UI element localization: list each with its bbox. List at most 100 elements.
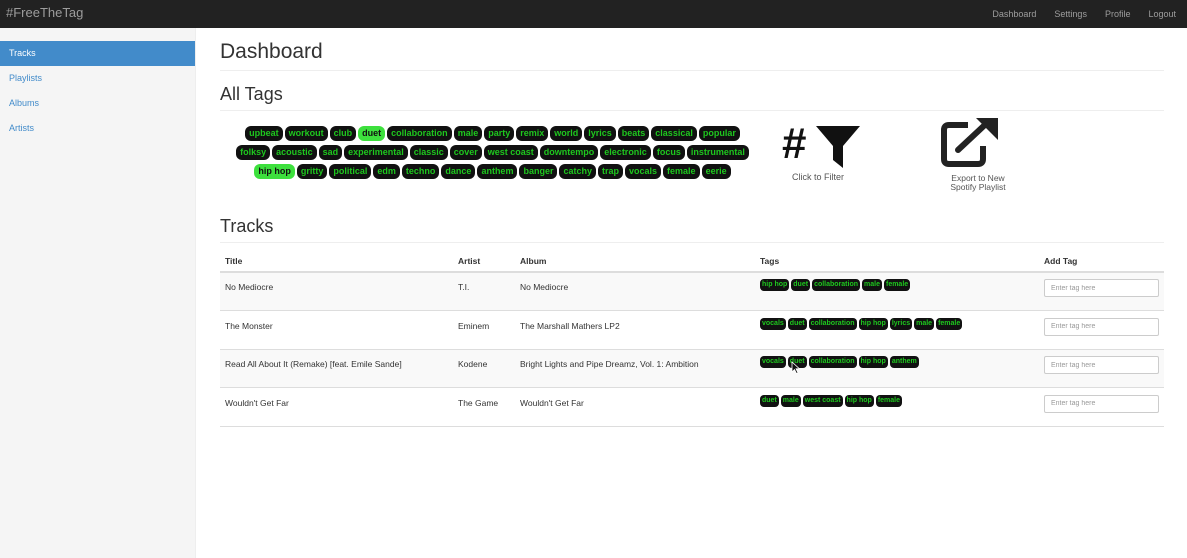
track-tag-chip[interactable]: lyrics: [889, 317, 913, 330]
tracks-heading: Tracks: [220, 216, 274, 236]
track-title: Read All About It (Remake) [feat. Emile …: [225, 359, 402, 369]
tag-chip-electronic[interactable]: electronic: [600, 145, 651, 160]
table-row: Read All About It (Remake) [feat. Emile …: [220, 350, 1164, 388]
tag-chip-upbeat[interactable]: upbeat: [245, 126, 283, 141]
tag-chip-banger[interactable]: banger: [519, 164, 558, 179]
tag-chip-world[interactable]: world: [550, 126, 583, 141]
nav-profile-link[interactable]: Profile: [1096, 0, 1140, 28]
track-tag-chip[interactable]: male: [862, 279, 882, 291]
tag-chip-political[interactable]: political: [329, 164, 372, 179]
track-tags: vocals duet collaboration hip hop anthem: [760, 356, 919, 368]
tag-chip-classic[interactable]: classic: [409, 145, 448, 160]
column-header-tags: Tags: [760, 256, 780, 266]
tag-chip-dance[interactable]: dance: [441, 164, 476, 179]
add-tag-input[interactable]: [1044, 317, 1159, 336]
add-tag-input[interactable]: [1044, 356, 1159, 374]
add-tag-input[interactable]: [1044, 279, 1159, 297]
top-navbar: #FreeTheTag Dashboard Settings Profile L…: [0, 0, 1187, 28]
tag-chip-eerie[interactable]: eerie: [701, 164, 731, 179]
tag-chip-female[interactable]: female: [663, 164, 700, 179]
column-header-album: Album: [520, 256, 547, 266]
track-tag-chip[interactable]: female: [883, 279, 911, 291]
track-tag-chip[interactable]: collaboration: [812, 279, 861, 291]
tag-chip-popular[interactable]: popular: [698, 126, 740, 141]
external-link-icon: [941, 118, 998, 167]
track-tag-chip[interactable]: duet: [760, 394, 779, 407]
tag-chip-collaboration[interactable]: collaboration: [387, 126, 452, 141]
track-tag-chip[interactable]: male: [914, 317, 935, 330]
track-tag-chip[interactable]: female: [936, 317, 963, 330]
column-header-artist: Artist: [458, 256, 481, 266]
tag-chip-lyrics[interactable]: lyrics: [584, 126, 616, 141]
tag-chip-sad[interactable]: sad: [318, 145, 343, 160]
tag-chip-hip-hop[interactable]: hip hop: [254, 164, 295, 179]
tag-chip-folksy[interactable]: folksy: [236, 145, 271, 160]
track-tag-chip[interactable]: collaboration: [808, 317, 857, 330]
tag-cloud: upbeat workout club duet collaboration male pa…: [220, 126, 765, 183]
tag-chip-duet[interactable]: duet: [358, 126, 386, 141]
nav-logout-link[interactable]: Logout: [1139, 0, 1187, 28]
export-caption-line2: Spotify Playlist: [950, 182, 1006, 192]
tag-chip-vocals[interactable]: vocals: [625, 164, 662, 179]
sidebar-item-playlists[interactable]: Playlists: [0, 66, 195, 91]
nav-dashboard-link[interactable]: Dashboard: [983, 0, 1045, 28]
tag-chip-downtempo[interactable]: downtempo: [539, 145, 599, 160]
tag-chip-party[interactable]: party: [484, 126, 515, 141]
page-title: Dashboard: [220, 40, 323, 63]
track-tags: hip hop duet collaboration male female: [760, 279, 911, 291]
title-divider: [220, 70, 1164, 71]
track-tag-chip[interactable]: female: [875, 394, 903, 407]
track-album: Wouldn't Get Far: [520, 397, 584, 408]
tag-chip-techno[interactable]: techno: [401, 164, 440, 179]
tag-chip-experimental[interactable]: experimental: [344, 145, 408, 160]
track-artist: Eminem: [458, 320, 490, 331]
tag-chip-anthem[interactable]: anthem: [477, 164, 518, 179]
tag-chip-club[interactable]: club: [329, 126, 357, 141]
tag-chip-instrumental[interactable]: instrumental: [686, 145, 749, 160]
add-tag-input[interactable]: [1044, 394, 1159, 413]
track-tag-chip[interactable]: anthem: [889, 356, 919, 368]
tag-cloud-line: hip hop gritty political edm techno dance anth…: [220, 164, 765, 183]
sidebar-item-artists[interactable]: Artists: [0, 116, 195, 141]
track-tag-chip[interactable]: duet: [791, 279, 811, 291]
tag-chip-classical[interactable]: classical: [651, 126, 697, 141]
nav-links: Dashboard Settings Profile Logout: [983, 0, 1187, 28]
tag-chip-workout[interactable]: workout: [284, 126, 328, 141]
tag-chip-acoustic[interactable]: acoustic: [272, 145, 317, 160]
track-album: Bright Lights and Pipe Dreamz, Vol. 1: A…: [520, 359, 699, 369]
tag-chip-trap[interactable]: trap: [598, 164, 624, 179]
track-tag-chip[interactable]: vocals: [760, 317, 786, 330]
tag-chip-west-coast[interactable]: west coast: [483, 145, 538, 160]
nav-settings-link[interactable]: Settings: [1045, 0, 1096, 28]
tag-chip-focus[interactable]: focus: [652, 145, 685, 160]
hashtag-icon: #: [782, 119, 807, 168]
tag-cloud-line: upbeat workout club duet collaboration male pa…: [220, 126, 765, 145]
track-tag-chip[interactable]: collaboration: [808, 356, 857, 368]
tag-chip-gritty[interactable]: gritty: [296, 164, 328, 179]
tag-chip-cover[interactable]: cover: [449, 145, 482, 160]
track-tag-chip[interactable]: male: [780, 394, 801, 407]
all-tags-heading: All Tags: [220, 84, 283, 104]
track-tag-chip[interactable]: west coast: [802, 394, 843, 407]
track-tags: vocals duet collaboration hip hop lyrics male…: [760, 317, 963, 330]
sidebar-item-tracks[interactable]: Tracks: [0, 41, 195, 66]
track-tag-chip[interactable]: hip hop: [858, 317, 888, 330]
brand-logo[interactable]: #FreeTheTag: [6, 5, 83, 20]
sidebar-item-albums[interactable]: Albums: [0, 91, 195, 116]
table-row: Wouldn't Get Far The Game Wouldn't Get Far…: [220, 389, 1164, 427]
tag-chip-male[interactable]: male: [453, 126, 483, 141]
track-tag-chip[interactable]: hip hop: [858, 356, 888, 368]
track-tag-chip[interactable]: hip hop: [844, 394, 874, 407]
tag-cloud-line: folksy acoustic sad experimental classic cove…: [220, 145, 765, 164]
track-title: Wouldn't Get Far: [225, 397, 289, 408]
tag-chip-beats[interactable]: beats: [617, 126, 650, 141]
all-tags-divider: [220, 110, 1164, 111]
track-tag-chip[interactable]: hip hop: [760, 279, 790, 291]
track-artist: Kodene: [458, 359, 488, 369]
column-header-add-tag: Add Tag: [1044, 256, 1078, 266]
tag-chip-remix[interactable]: remix: [516, 126, 549, 141]
track-tag-chip[interactable]: duet: [787, 317, 807, 330]
track-tag-chip[interactable]: vocals: [760, 356, 786, 368]
tag-chip-edm[interactable]: edm: [373, 164, 400, 179]
tag-chip-catchy[interactable]: catchy: [559, 164, 596, 179]
